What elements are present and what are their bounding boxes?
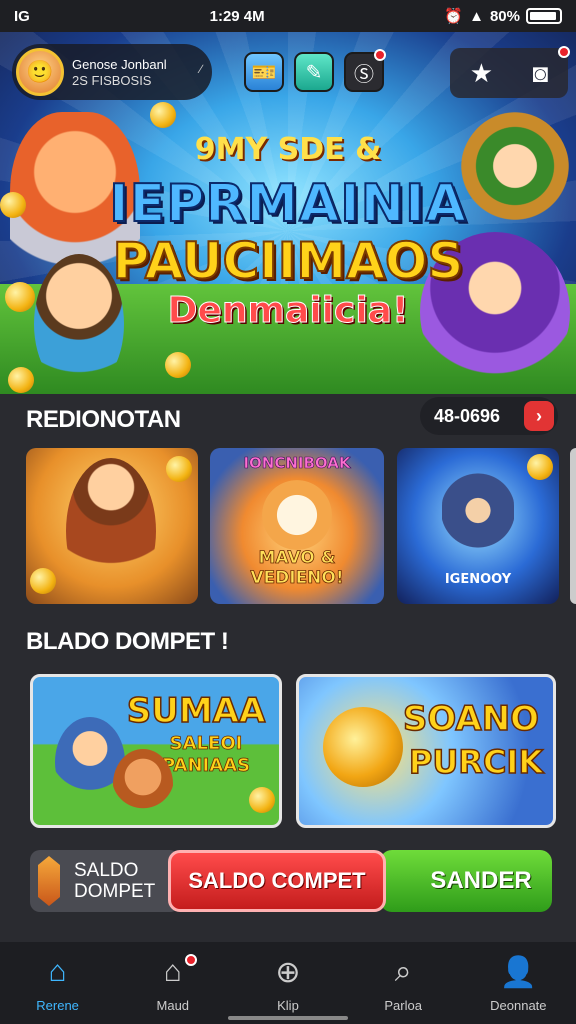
coin-icon	[150, 102, 176, 128]
battery-percent: 80%	[489, 7, 520, 25]
nav-item-maud[interactable]: ⌂ Maud	[123, 952, 223, 1013]
nav-item-klip[interactable]: ⊕ Klip	[238, 952, 338, 1014]
home-indicator[interactable]	[228, 1016, 348, 1020]
camera-icon[interactable]: ◙	[533, 46, 570, 89]
notification-dot	[374, 49, 386, 61]
game-card[interactable]: SUMAA SALEOI PANIAAS	[30, 674, 282, 828]
nav-label: Parloa	[384, 998, 422, 1013]
game-card[interactable]: IONCNIBOAK MAVO & VEDIENO!	[210, 448, 384, 604]
sander-button[interactable]: SANDER	[380, 850, 552, 912]
saldo-compet-button[interactable]: SALDO COMPET	[168, 850, 386, 912]
section-title-2: BLADO DOMPET !	[26, 628, 229, 655]
coin-icon	[30, 568, 56, 594]
card-title: IONCNIBOAK	[243, 454, 351, 473]
sander-button-label: SANDER	[430, 867, 532, 894]
card-peek[interactable]	[570, 448, 576, 604]
notification-dot	[184, 954, 197, 966]
star-icon[interactable]: ★	[470, 58, 493, 89]
card-title: SUMAA	[126, 690, 266, 732]
character-cat	[262, 480, 332, 550]
counter-pill[interactable]: 48-0696 ›	[420, 397, 558, 435]
nav-label: Deonnate	[490, 998, 547, 1013]
clock-text: 1:29 4M	[209, 7, 265, 25]
nav-label: Maud	[156, 998, 190, 1013]
notification-dot	[558, 46, 570, 58]
plus-circle-icon: ⊕	[275, 955, 301, 989]
user-icon: 👤	[499, 955, 538, 989]
nav-label: Klip	[277, 998, 299, 1013]
wallet-label-2: DOMPET	[74, 881, 156, 902]
game-card[interactable]: IGENOOY	[397, 448, 559, 604]
chevron-right-icon[interactable]: ›	[524, 401, 554, 431]
bottom-nav: ⌂ Rerene ⌂ Maud ⊕ Klip ⌕ Parloa 👤 Deonna…	[0, 942, 576, 1024]
battery-icon	[525, 8, 562, 24]
card-subtitle: PURCIK	[408, 742, 544, 782]
character-fox-runner	[113, 749, 173, 819]
status-icons: ⏰ ▲ 80%	[444, 7, 562, 25]
profile-chip[interactable]: 🙂 Genose Jonbanl 2S FISBOSIS ∕	[12, 44, 212, 100]
wallet-label-1: SALDO	[74, 860, 139, 881]
game-card[interactable]: SOANO PURCIK	[296, 674, 556, 828]
game-card[interactable]	[26, 448, 198, 604]
coin-icon	[165, 352, 191, 378]
counter-value: 48-0696	[434, 405, 501, 426]
card-subtitle: MAVO & VEDIENO!	[250, 548, 344, 589]
nav-item-parloa[interactable]: ⌕ Parloa	[353, 952, 453, 1013]
coin-icon	[166, 456, 192, 482]
coin-s-icon[interactable]: Ⓢ	[344, 49, 386, 92]
wallet-balance[interactable]: SALDO DOMPET	[30, 850, 180, 912]
coin-icon	[527, 454, 553, 480]
ticket-icon[interactable]: 🎫	[244, 52, 284, 92]
section-title-1: REDIONOTAN	[26, 406, 181, 433]
profile-id: 2S FISBOSIS	[72, 73, 152, 88]
hero-line-3: PAUCIIMAOS	[112, 231, 465, 291]
top-right-buttons: ★ ◙	[450, 46, 570, 98]
nav-label: Rerene	[36, 998, 79, 1013]
hero-line-2: IEPRMAINIA	[108, 173, 467, 235]
nav-item-home[interactable]: ⌂ Rerene	[8, 952, 108, 1013]
alarm-icon: ⏰	[444, 8, 464, 25]
coin-icon	[249, 787, 275, 813]
search-icon: ⌕	[394, 955, 412, 988]
avatar[interactable]: 🙂	[16, 48, 64, 96]
coin-icon	[8, 367, 34, 393]
character-detective	[66, 458, 156, 604]
carrier-text: IG	[14, 7, 30, 25]
nav-item-deonnate[interactable]: 👤 Deonnate	[468, 952, 568, 1014]
home-icon: ⌂	[48, 955, 67, 988]
quick-actions: 🎫 ✎ Ⓢ	[244, 49, 386, 92]
card-title: SOANO	[402, 698, 540, 740]
character-knight	[442, 470, 514, 560]
house-alert-icon: ⌂	[123, 952, 223, 992]
hero-line-1: 9MY SDE &	[194, 132, 382, 167]
hero-line-4: Denmaiicia!	[167, 290, 409, 332]
signal-icon: ▲	[469, 7, 484, 25]
saldo-compet-button-label: SALDO COMPET	[188, 868, 366, 893]
card-title: IGENOOY	[444, 572, 512, 587]
pencil-icon[interactable]: ✎	[294, 52, 334, 92]
chevron-icon[interactable]: ∕	[200, 62, 202, 76]
gem-icon	[38, 856, 60, 906]
status-bar: IG 1:29 4M ⏰ ▲ 80%	[0, 0, 576, 32]
profile-name: Genose Jonbanl	[72, 57, 167, 72]
